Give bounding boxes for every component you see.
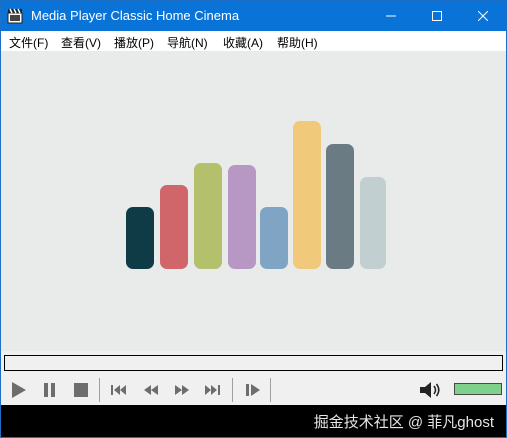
logo-bar [360,177,386,269]
frame-step-button[interactable] [243,380,263,400]
minimize-icon [386,15,396,17]
video-area[interactable] [1,51,506,351]
play-icon [12,382,26,398]
rewind-icon [144,385,158,395]
volume-slider[interactable] [454,383,502,395]
fast-forward-button[interactable] [172,380,192,400]
status-bar: 掘金技术社区 @ 菲凡ghost [1,405,506,437]
menu-bar: 文件(F) 查看(V) 播放(P) 导航(N) 收藏(A) 帮助(H) [1,31,506,51]
maximize-icon [432,11,442,21]
fast-forward-icon [175,385,189,395]
logo-bar [126,207,154,269]
speaker-icon [420,382,440,398]
pause-icon [44,383,55,397]
next-button[interactable] [202,380,222,400]
mute-button[interactable] [418,379,442,401]
title-bar[interactable]: Media Player Classic Home Cinema [1,1,506,31]
menu-navigate[interactable]: 导航(N) [167,34,208,51]
separator [232,378,233,402]
logo-bar [160,185,188,269]
close-button[interactable] [460,1,506,31]
skip-next-icon [205,385,220,395]
stop-button[interactable] [71,380,91,400]
menu-help[interactable]: 帮助(H) [277,34,318,51]
clapperboard-icon[interactable] [7,8,23,24]
media-player-window: Media Player Classic Home Cinema 文件(F) 查… [0,0,507,438]
logo-bar [260,207,288,269]
previous-button[interactable] [109,380,129,400]
menu-favorites[interactable]: 收藏(A) [223,34,263,51]
minimize-button[interactable] [368,1,414,31]
logo-bar [326,144,354,269]
stop-icon [74,383,88,397]
separator [99,378,100,402]
skip-previous-icon [111,385,126,395]
play-button[interactable] [9,380,29,400]
separator [270,378,271,402]
pause-button[interactable] [40,380,60,400]
menu-file[interactable]: 文件(F) [9,34,48,51]
rewind-button[interactable] [141,380,161,400]
watermark-text: 掘金技术社区 @ 菲凡ghost [313,414,494,431]
maximize-button[interactable] [414,1,460,31]
menu-play[interactable]: 播放(P) [114,34,154,51]
menu-view[interactable]: 查看(V) [61,34,101,51]
frame-step-icon [246,384,260,396]
logo-bar [228,165,256,269]
logo-bar [194,163,222,269]
close-icon [478,11,488,21]
playback-controls [1,375,506,405]
window-title: Media Player Classic Home Cinema [31,8,240,23]
seekbar-area [1,351,506,375]
seek-bar[interactable] [4,355,503,371]
logo-bar [293,121,321,269]
